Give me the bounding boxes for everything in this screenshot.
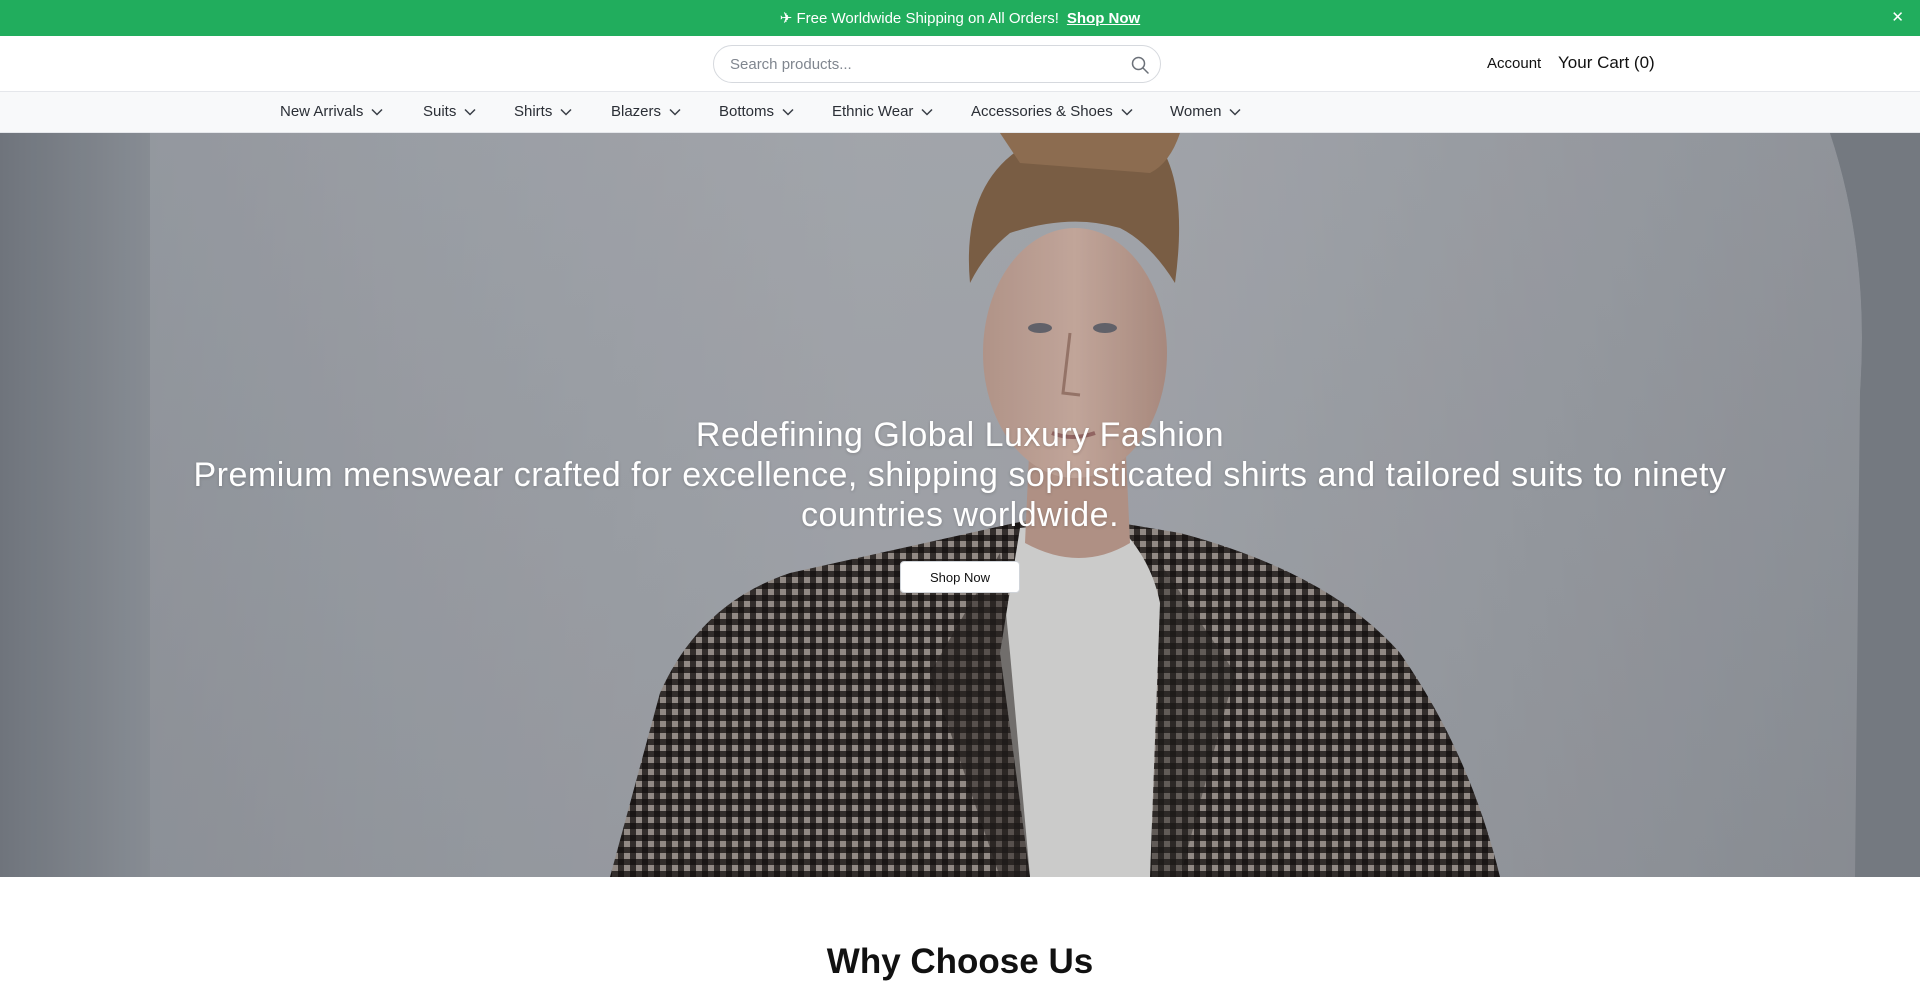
- section-title: Why Choose Us: [826, 942, 1094, 981]
- search-input[interactable]: [730, 46, 1110, 82]
- nav-item-label: Blazers: [611, 103, 662, 120]
- announcement-bar: ✈ Free Worldwide Shipping on All Orders!…: [0, 0, 1920, 36]
- close-icon[interactable]: ✕: [1891, 9, 1904, 27]
- chevron-down-icon: [1229, 108, 1241, 116]
- chevron-down-icon: [782, 108, 794, 116]
- nav-item-label: Shirts: [514, 103, 553, 120]
- nav-item-suits[interactable]: Suits: [423, 103, 476, 120]
- nav-item-label: Bottoms: [719, 103, 775, 120]
- cart-link[interactable]: Your Cart (0): [1558, 53, 1655, 73]
- nav-item-ethnic-wear[interactable]: Ethnic Wear: [832, 103, 933, 120]
- search-bar: [713, 45, 1161, 83]
- search-icon[interactable]: [1130, 55, 1150, 75]
- chevron-down-icon: [371, 108, 383, 116]
- announcement-text: ✈ Free Worldwide Shipping on All Orders!: [779, 10, 1059, 27]
- main-nav: New Arrivals Suits Shirts Blazers Bottom…: [0, 92, 1920, 133]
- chevron-down-icon: [921, 108, 933, 116]
- nav-item-accessories-shoes[interactable]: Accessories & Shoes: [971, 103, 1133, 120]
- chevron-down-icon: [560, 108, 572, 116]
- nav-item-label: Suits: [423, 103, 457, 120]
- hero-title: Redefining Global Luxury Fashion: [695, 416, 1225, 454]
- nav-item-label: New Arrivals: [280, 103, 364, 120]
- hero-text: Redefining Global Luxury Fashion Premium…: [0, 415, 1920, 535]
- site-header: Account Your Cart (0): [0, 36, 1920, 92]
- chevron-down-icon: [464, 108, 476, 116]
- hero-shop-now-button[interactable]: Shop Now: [900, 561, 1020, 593]
- nav-item-label: Women: [1170, 103, 1222, 120]
- nav-item-label: Accessories & Shoes: [971, 103, 1113, 120]
- chevron-down-icon: [669, 108, 681, 116]
- nav-item-shirts[interactable]: Shirts: [514, 103, 572, 120]
- nav-item-blazers[interactable]: Blazers: [611, 103, 681, 120]
- account-link[interactable]: Account: [1487, 55, 1541, 72]
- nav-item-bottoms[interactable]: Bottoms: [719, 103, 794, 120]
- announcement-shop-now-link[interactable]: Shop Now: [1067, 10, 1140, 27]
- nav-item-women[interactable]: Women: [1170, 103, 1241, 120]
- chevron-down-icon: [1121, 108, 1133, 116]
- hero-banner: Redefining Global Luxury Fashion Premium…: [0, 133, 1920, 877]
- hero-subtitle: Premium menswear crafted for excellence,…: [193, 456, 1727, 534]
- nav-item-new-arrivals[interactable]: New Arrivals: [280, 103, 383, 120]
- nav-item-label: Ethnic Wear: [832, 103, 914, 120]
